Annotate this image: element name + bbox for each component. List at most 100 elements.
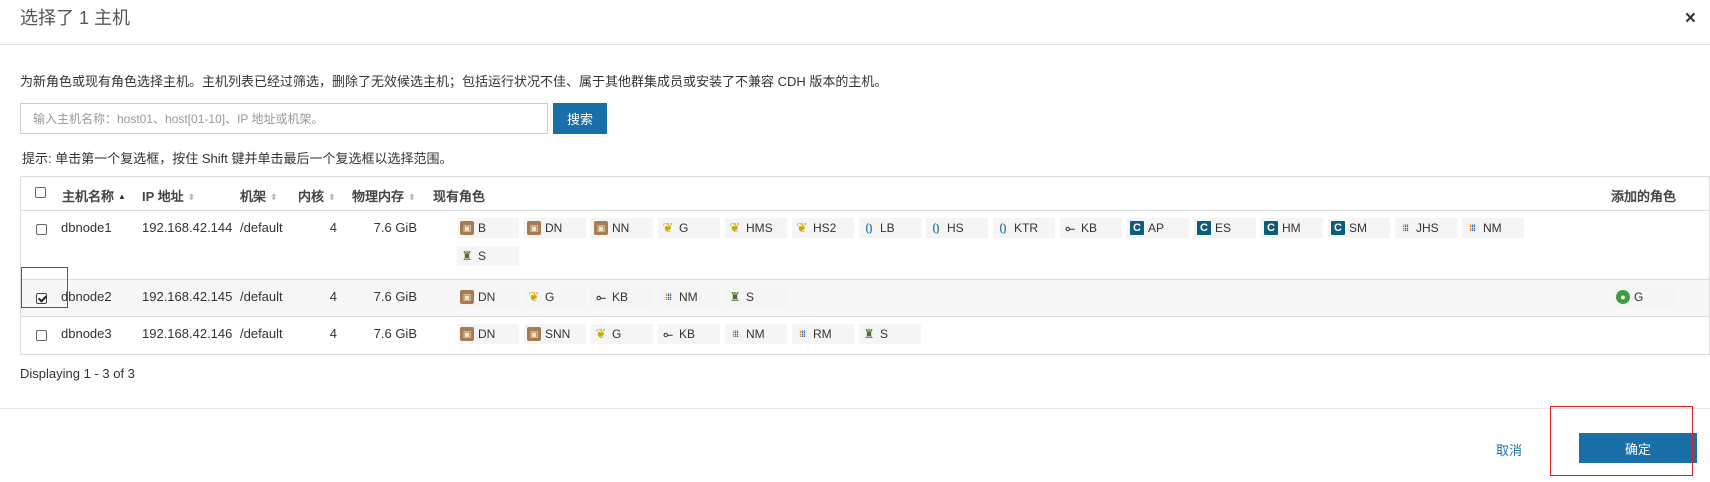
role-chip: ❦ HMS (725, 218, 787, 238)
role-chip: ▣ B (457, 218, 519, 238)
role-label: G (612, 327, 622, 341)
hive-icon: ❦ (662, 220, 674, 235)
sort-icon: ⬍ (187, 192, 196, 202)
cancel-button[interactable]: 取消 (1496, 440, 1522, 459)
kafka-icon: ⟜ (1065, 220, 1075, 235)
role-chip: ⁞ ⁞⁞ JHS (1395, 218, 1457, 238)
role-chip: ♜ S (859, 324, 921, 344)
role-label: S (478, 249, 487, 263)
role-label: LB (880, 221, 895, 235)
role-label: DN (478, 290, 496, 304)
table-row[interactable]: dbnode1 192.168.42.144/default 4 7.6 GiB ▣ B ▣… (21, 211, 1709, 280)
row-checkbox[interactable] (36, 293, 47, 304)
role-chip: ♜ S (457, 246, 519, 266)
zookeeper-icon: ♜ (461, 249, 473, 263)
dialog-title: 选择了 1 主机 (20, 8, 131, 28)
cores-cell: 4 (329, 326, 337, 341)
role-label: NN (612, 221, 630, 235)
yarn-icon: ⁞ ⁞⁞ (799, 329, 806, 339)
cm-icon: C (1197, 221, 1211, 235)
column-header-hostname[interactable]: 主机名称 ▲ (62, 186, 126, 205)
role-label: S (880, 327, 889, 341)
hive-icon: ❦ (796, 220, 808, 235)
role-label: HMS (746, 221, 773, 235)
role-chip: ▣ DN (524, 218, 586, 238)
hdfs-icon: ▣ (527, 221, 541, 235)
role-chip: ● G (1613, 287, 1675, 307)
sort-ascending-icon: ▲ (118, 192, 126, 201)
host-table: 主机名称 ▲ IP 地址 ⬍ 机架 ⬍ 内核 ⬍ 物理内存 ⬍ 现有角色 添加的角色 db… (20, 176, 1710, 355)
role-label: NM (746, 327, 765, 341)
confirm-button[interactable]: 确定 (1579, 433, 1697, 463)
hive-icon: ❦ (595, 326, 607, 341)
role-label: HM (1282, 221, 1301, 235)
yarn-icon: ⁞ ⁞⁞ (732, 329, 739, 339)
cores-cell: 4 (329, 220, 337, 235)
gateway-icon: ● (1616, 290, 1630, 304)
role-chip: ⟜ KB (591, 287, 653, 307)
role-label: G (1634, 290, 1644, 304)
ip-cell: 192.168.42.146 (142, 326, 233, 341)
close-button[interactable]: × (1685, 8, 1696, 30)
role-label: SM (1349, 221, 1367, 235)
hue-icon: ⟮⟯ (865, 222, 873, 234)
memory-cell: 7.6 GiB (373, 289, 417, 304)
role-chip: ⁞ ⁞⁞ RM (792, 324, 854, 344)
role-chip: ⟜ KB (1060, 218, 1122, 238)
column-header-added-roles: 添加的角色 (1611, 189, 1677, 204)
kafka-icon: ⟜ (596, 289, 606, 304)
memory-cell: 7.6 GiB (373, 220, 417, 235)
column-header-ip[interactable]: IP 地址 ⬍ (142, 186, 195, 205)
dialog-description: 为新角色或现有角色选择主机。主机列表已经过筛选，删除了无效候选主机；包括运行状况… (20, 74, 888, 89)
table-header-row: 主机名称 ▲ IP 地址 ⬍ 机架 ⬍ 内核 ⬍ 物理内存 ⬍ 现有角色 添加的角色 (21, 177, 1709, 211)
column-header-rack[interactable]: 机架 ⬍ (240, 186, 278, 205)
role-chip: ⟜ KB (658, 324, 720, 344)
row-checkbox[interactable] (36, 224, 47, 235)
table-row[interactable]: dbnode2 192.168.42.145/default 4 7.6 GiB ▣ DN… (21, 280, 1709, 317)
hdfs-icon: ▣ (460, 327, 474, 341)
kafka-icon: ⟜ (663, 326, 673, 341)
hue-icon: ⟮⟯ (999, 222, 1007, 234)
hive-icon: ❦ (729, 220, 741, 235)
cm-icon: C (1130, 221, 1144, 235)
hostname-cell: dbnode2 (61, 289, 112, 304)
yarn-icon: ⁞ ⁞⁞ (1469, 223, 1476, 233)
role-chip: ⁞ ⁞⁞ NM (1462, 218, 1524, 238)
host-search-input[interactable] (20, 103, 548, 134)
role-label: G (679, 221, 689, 235)
cm-icon: C (1264, 221, 1278, 235)
hdfs-icon: ▣ (527, 327, 541, 341)
role-chip: ⁞ ⁞⁞ NM (725, 324, 787, 344)
role-label: B (478, 221, 487, 235)
hive-icon: ❦ (528, 289, 540, 304)
column-header-memory[interactable]: 物理内存 ⬍ (352, 186, 416, 205)
hdfs-icon: ▣ (460, 221, 474, 235)
role-label: ES (1215, 221, 1232, 235)
role-chip: ❦ HS2 (792, 218, 854, 238)
sort-icon: ⬍ (328, 192, 336, 202)
role-label: NM (679, 290, 698, 304)
row-checkbox[interactable] (36, 330, 47, 341)
cm-icon: C (1331, 221, 1345, 235)
role-chip: C SM (1328, 218, 1390, 238)
column-header-cores[interactable]: 内核 ⬍ (298, 186, 336, 205)
table-row[interactable]: dbnode3 192.168.42.146/default 4 7.6 GiB ▣ DN… (21, 317, 1709, 355)
role-label: AP (1148, 221, 1165, 235)
role-chip: ⁞ ⁞⁞ NM (658, 287, 720, 307)
role-chip: ❦ G (524, 287, 586, 307)
rack-cell: /default (240, 289, 283, 304)
select-all-checkbox[interactable] (35, 187, 46, 198)
search-button[interactable]: 搜索 (553, 103, 607, 134)
role-chip: ▣ SNN (524, 324, 586, 344)
role-label: SNN (545, 327, 571, 341)
role-label: NM (1483, 221, 1502, 235)
sort-icon: ⬍ (408, 192, 416, 202)
zookeeper-icon: ♜ (863, 327, 875, 341)
sort-icon: ⬍ (270, 192, 278, 202)
selection-hint: 提示: 单击第一个复选框，按住 Shift 键并单击最后一个复选框以选择范围。 (22, 151, 453, 166)
role-chip: ▣ DN (457, 287, 519, 307)
role-label: DN (478, 327, 496, 341)
ip-cell: 192.168.42.144 (142, 220, 233, 235)
role-label: HS2 (813, 221, 837, 235)
cores-cell: 4 (329, 289, 337, 304)
